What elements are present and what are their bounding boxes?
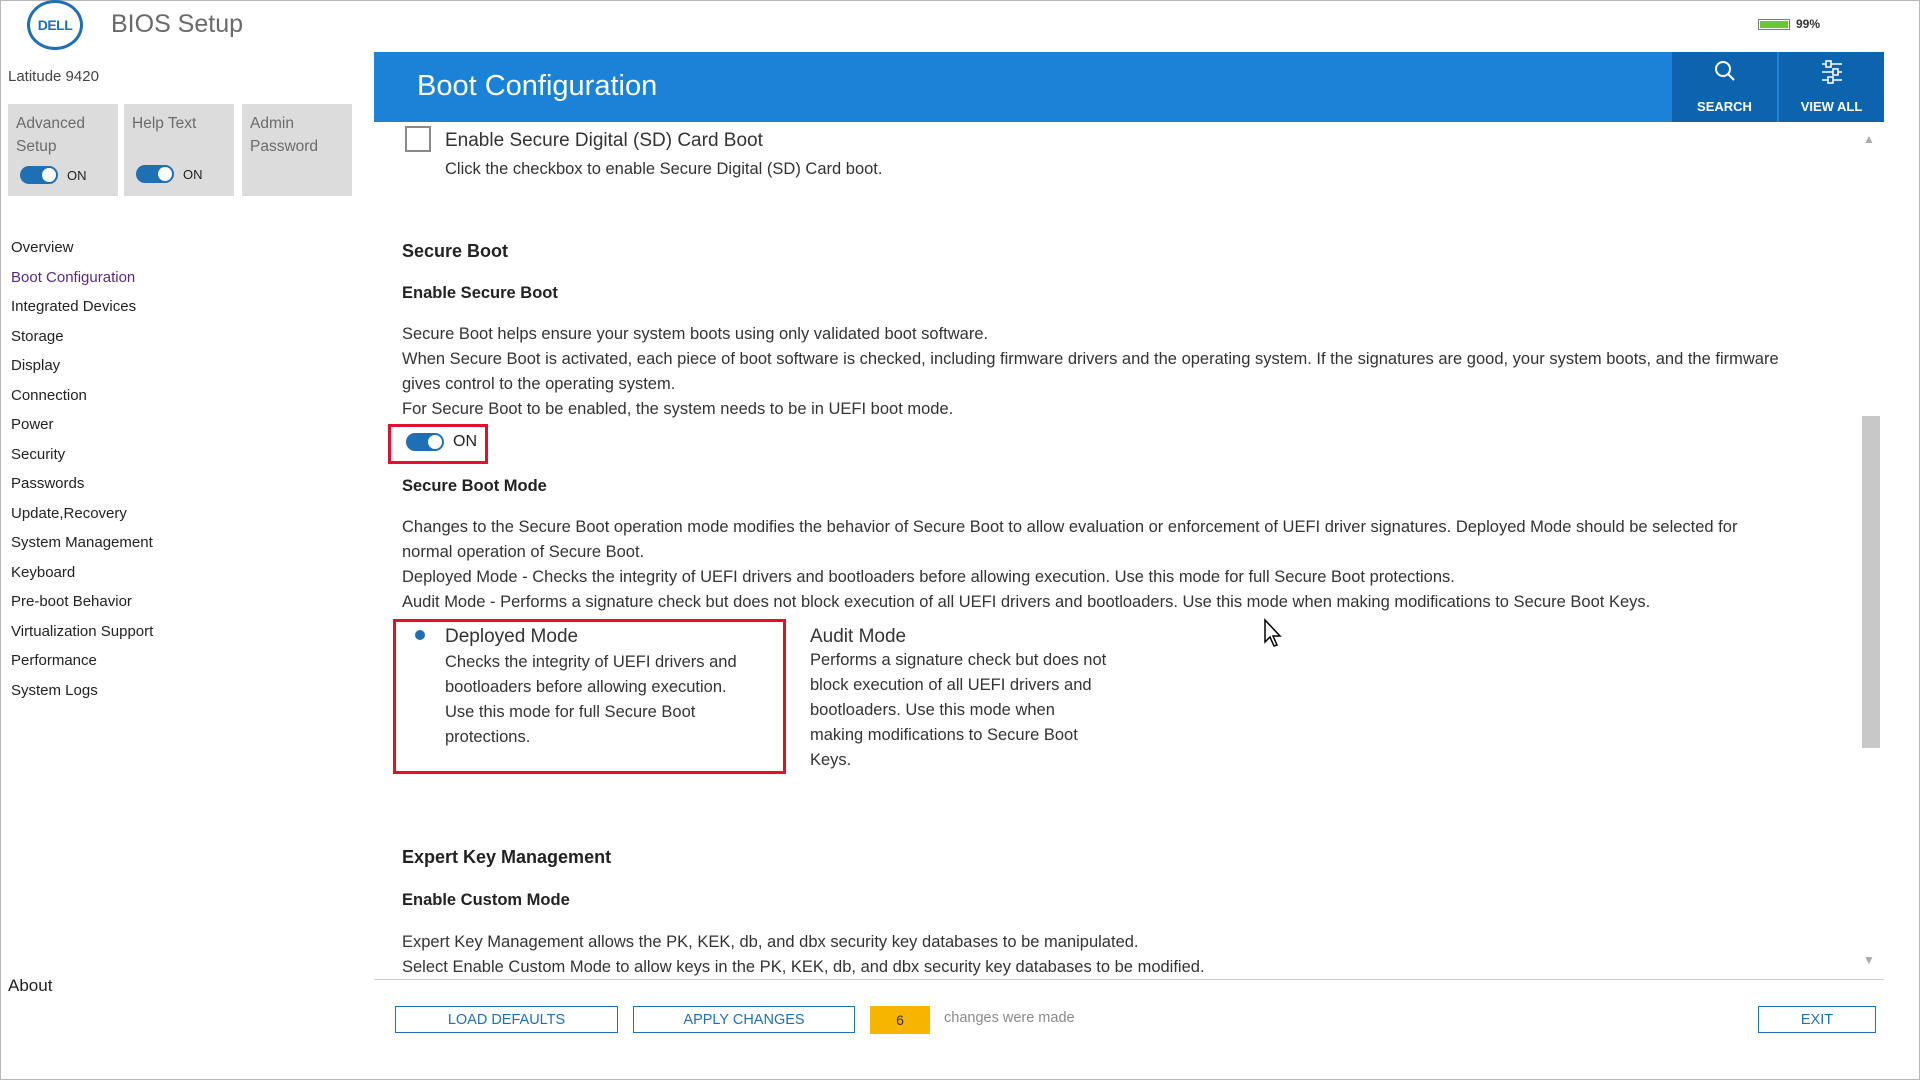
sidebar-item-virtualization-support[interactable]: Virtualization Support — [11, 621, 153, 651]
secure-boot-mode-desc-2: normal operation of Secure Boot. — [402, 543, 645, 561]
view-all-button[interactable]: VIEW ALL — [1779, 52, 1884, 122]
exit-button[interactable]: EXIT — [1758, 1006, 1876, 1033]
expert-key-desc-2: Select Enable Custom Mode to allow keys … — [402, 958, 1205, 976]
subheading-enable-secure-boot: Enable Secure Boot — [402, 284, 558, 302]
sidebar-item-boot-configuration[interactable]: Boot Configuration — [11, 267, 153, 297]
tile-label: Help Text — [132, 115, 197, 132]
sidebar-item-keyboard[interactable]: Keyboard — [11, 562, 153, 592]
page-title: Boot Configuration — [417, 70, 658, 102]
deployed-mode-radio[interactable] — [415, 630, 425, 640]
toggle-switch[interactable] — [406, 433, 444, 451]
toggle-state: ON — [183, 166, 203, 182]
battery-indicator: 99% — [1758, 17, 1820, 31]
secure-boot-mode-desc-3: Deployed Mode - Checks the integrity of … — [402, 568, 1455, 586]
tile-advanced-setup[interactable]: Advanced Setup ON — [8, 104, 118, 196]
about-link[interactable]: About — [8, 976, 52, 996]
audit-mode-desc-3: bootloaders. Use this mode when — [810, 701, 1055, 719]
section-heading-secure-boot: Secure Boot — [402, 241, 509, 261]
sd-card-title: Enable Secure Digital (SD) Card Boot — [445, 130, 763, 151]
secure-boot-desc-4: For Secure Boot to be enabled, the syste… — [402, 400, 954, 418]
sidebar-item-system-management[interactable]: System Management — [11, 532, 153, 562]
apply-changes-button[interactable]: APPLY CHANGES — [633, 1006, 855, 1033]
app-title: BIOS Setup — [111, 10, 244, 38]
audit-mode-desc-1: Performs a signature check but does not — [810, 651, 1107, 669]
deployed-mode-desc-4: protections. — [445, 728, 531, 746]
secure-boot-mode-desc-1: Changes to the Secure Boot operation mod… — [402, 518, 1738, 536]
deployed-mode-title[interactable]: Deployed Mode — [445, 624, 578, 649]
advanced-setup-toggle[interactable]: ON — [20, 166, 87, 184]
changes-text: changes were made — [944, 1010, 1075, 1026]
logo-text: DELL — [37, 17, 73, 33]
filter-sliders-icon — [1779, 58, 1884, 88]
battery-percent: 99% — [1796, 17, 1821, 31]
sidebar-item-storage[interactable]: Storage — [11, 326, 153, 356]
secure-boot-desc-3: gives control to the operating system. — [402, 375, 676, 393]
sidebar-item-security[interactable]: Security — [11, 444, 153, 474]
expert-key-desc-1: Expert Key Management allows the PK, KEK… — [402, 933, 1139, 951]
tile-admin-password[interactable]: Admin Password — [242, 104, 352, 196]
sidebar-item-update-recovery[interactable]: Update,Recovery — [11, 503, 153, 533]
sd-card-boot-checkbox[interactable] — [405, 126, 431, 152]
page-header-bar: Boot Configuration SEARCH VIEW ALL — [374, 52, 1884, 122]
sidebar-item-connection[interactable]: Connection — [11, 385, 153, 415]
deployed-mode-desc-1: Checks the integrity of UEFI drivers and — [445, 653, 737, 671]
deployed-mode-desc-2: bootloaders before allowing execution. — [445, 678, 727, 696]
battery-icon — [1758, 18, 1790, 30]
tile-help-text[interactable]: Help Text ON — [124, 104, 234, 196]
secure-boot-desc-1: Secure Boot helps ensure your system boo… — [402, 325, 989, 343]
change-count-badge: 6 — [870, 1006, 930, 1034]
tile-label: Admin Password — [250, 115, 319, 155]
toggle-switch[interactable] — [20, 166, 58, 184]
subheading-secure-boot-mode: Secure Boot Mode — [402, 477, 547, 495]
sidebar-item-overview[interactable]: Overview — [11, 237, 153, 267]
audit-mode-desc-5: Keys. — [810, 751, 852, 769]
sidebar-item-passwords[interactable]: Passwords — [11, 473, 153, 503]
subheading-enable-custom-mode: Enable Custom Mode — [402, 891, 570, 909]
toggle-state: ON — [453, 433, 477, 450]
secure-boot-desc-2: When Secure Boot is activated, each piec… — [402, 350, 1779, 368]
sd-card-desc: Click the checkbox to enable Secure Digi… — [445, 160, 883, 178]
toggle-state: ON — [67, 167, 87, 183]
toggle-switch[interactable] — [136, 165, 174, 183]
footer-divider — [374, 979, 1884, 980]
model-name: Latitude 9420 — [8, 68, 99, 85]
secure-boot-mode-desc-4: Audit Mode - Performs a signature check … — [402, 593, 1651, 611]
dell-logo: DELL — [27, 0, 83, 50]
scrollbar-thumb[interactable] — [1862, 416, 1880, 748]
search-label: SEARCH — [1697, 99, 1752, 114]
sidebar-nav: Overview Boot Configuration Integrated Dev… — [11, 237, 153, 709]
help-text-toggle[interactable]: ON — [136, 165, 203, 183]
section-heading-expert-key: Expert Key Management — [402, 847, 612, 867]
audit-mode-title[interactable]: Audit Mode — [810, 624, 906, 649]
load-defaults-button[interactable]: LOAD DEFAULTS — [395, 1006, 618, 1033]
mouse-cursor-icon — [1263, 618, 1283, 653]
scroll-up-icon[interactable]: ▲ — [1863, 132, 1875, 146]
tile-label: Advanced Setup — [16, 115, 85, 155]
audit-mode-desc-4: making modifications to Secure Boot — [810, 726, 1078, 744]
sidebar-item-performance[interactable]: Performance — [11, 650, 153, 680]
deployed-mode-desc-3: Use this mode for full Secure Boot — [445, 703, 696, 721]
search-button[interactable]: SEARCH — [1672, 52, 1777, 122]
audit-mode-desc-2: block execution of all UEFI drivers and — [810, 676, 1092, 694]
sidebar-item-integrated-devices[interactable]: Integrated Devices — [11, 296, 153, 326]
secure-boot-toggle[interactable]: ON — [406, 433, 477, 451]
sidebar-item-power[interactable]: Power — [11, 414, 153, 444]
sidebar-item-system-logs[interactable]: System Logs — [11, 680, 153, 710]
search-icon — [1672, 58, 1777, 88]
sidebar-item-pre-boot-behavior[interactable]: Pre-boot Behavior — [11, 591, 153, 621]
view-all-label: VIEW ALL — [1800, 99, 1863, 114]
sidebar-item-display[interactable]: Display — [11, 355, 153, 385]
scroll-down-icon[interactable]: ▼ — [1863, 953, 1875, 967]
main-content: Enable Secure Digital (SD) Card Boot Cli… — [374, 122, 1884, 980]
